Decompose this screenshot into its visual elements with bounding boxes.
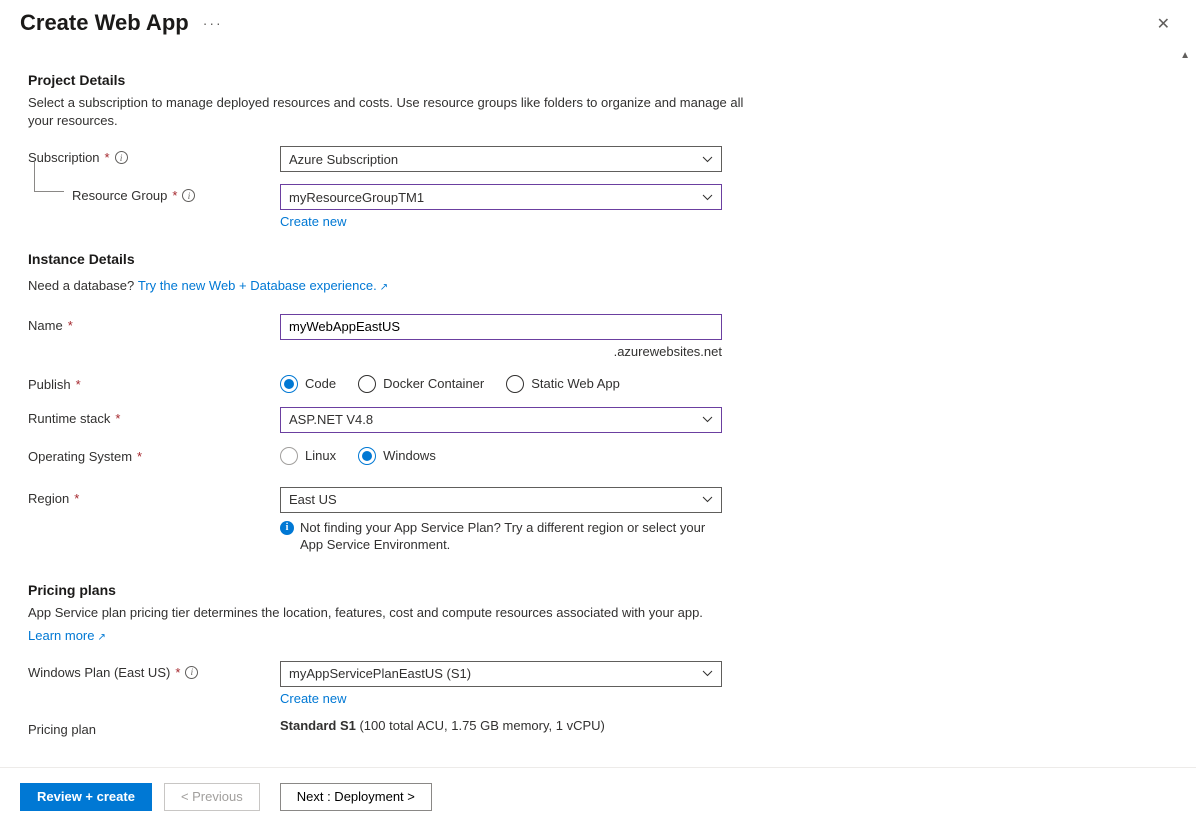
- subscription-label: Subscription * i: [28, 146, 280, 165]
- name-suffix: .azurewebsites.net: [280, 344, 722, 359]
- runtime-dropdown[interactable]: ASP.NET V4.8: [280, 407, 722, 433]
- project-details-desc: Select a subscription to manage deployed…: [28, 94, 748, 130]
- region-dropdown[interactable]: East US: [280, 487, 722, 513]
- os-linux-option[interactable]: Linux: [280, 447, 336, 465]
- required-asterisk: *: [68, 318, 73, 333]
- learn-more-link[interactable]: Learn more↗: [28, 628, 106, 643]
- os-label: Operating System *: [28, 445, 280, 464]
- publish-label: Publish *: [28, 373, 280, 392]
- tree-connector: [34, 162, 64, 192]
- radio-icon: [358, 375, 376, 393]
- publish-docker-option[interactable]: Docker Container: [358, 375, 484, 393]
- plan-label: Windows Plan (East US) * i: [28, 661, 280, 680]
- content-scroll[interactable]: Project Details Select a subscription to…: [0, 50, 1196, 765]
- name-field[interactable]: [289, 319, 713, 334]
- resource-group-label: Resource Group * i: [28, 184, 280, 203]
- review-create-button[interactable]: Review + create: [20, 783, 152, 811]
- os-windows-option[interactable]: Windows: [358, 447, 436, 465]
- required-asterisk: *: [175, 665, 180, 680]
- resource-group-dropdown[interactable]: myResourceGroupTM1: [280, 184, 722, 210]
- required-asterisk: *: [115, 411, 120, 426]
- subscription-dropdown[interactable]: Azure Subscription: [280, 146, 722, 172]
- required-asterisk: *: [137, 449, 142, 464]
- info-icon[interactable]: i: [182, 189, 195, 202]
- os-row: Operating System * Linux Windows: [28, 445, 1168, 465]
- project-details-heading: Project Details: [28, 72, 1168, 88]
- publish-row: Publish * Code Docker Container Static W…: [28, 373, 1168, 393]
- runtime-label: Runtime stack *: [28, 407, 280, 426]
- next-button[interactable]: Next : Deployment >: [280, 783, 432, 811]
- radio-icon: [280, 447, 298, 465]
- os-radio-group: Linux Windows: [280, 445, 436, 465]
- publish-radio-group: Code Docker Container Static Web App: [280, 373, 620, 393]
- pricing-tier-row: Pricing plan Standard S1 (100 total ACU,…: [28, 718, 1168, 737]
- chevron-down-icon: [702, 496, 713, 503]
- more-icon[interactable]: ···: [203, 15, 223, 31]
- pricing-tier-value: Standard S1 (100 total ACU, 1.75 GB memo…: [280, 718, 605, 733]
- chevron-down-icon: [702, 416, 713, 423]
- info-icon: i: [280, 521, 294, 535]
- web-database-link[interactable]: Try the new Web + Database experience.↗: [138, 277, 388, 295]
- radio-icon: [506, 375, 524, 393]
- radio-icon: [280, 375, 298, 393]
- publish-static-option[interactable]: Static Web App: [506, 375, 620, 393]
- name-input[interactable]: [280, 314, 722, 340]
- publish-code-option[interactable]: Code: [280, 375, 336, 393]
- info-icon[interactable]: i: [115, 151, 128, 164]
- required-asterisk: *: [105, 150, 110, 165]
- chevron-down-icon: [702, 194, 713, 201]
- required-asterisk: *: [76, 377, 81, 392]
- external-link-icon: ↗: [97, 632, 105, 643]
- external-link-icon: ↗: [380, 282, 388, 293]
- pricing-heading: Pricing plans: [28, 582, 1168, 598]
- create-new-rg-link[interactable]: Create new: [280, 214, 346, 229]
- name-row: Name * .azurewebsites.net: [28, 314, 1168, 359]
- chevron-down-icon: [702, 670, 713, 677]
- close-icon[interactable]: ✕: [1157, 14, 1170, 34]
- instance-details-heading: Instance Details: [28, 251, 1168, 267]
- runtime-row: Runtime stack * ASP.NET V4.8: [28, 407, 1168, 433]
- region-label: Region *: [28, 487, 280, 506]
- pricing-tier-label: Pricing plan: [28, 718, 280, 737]
- footer-actions: Review + create < Previous Next : Deploy…: [0, 767, 1196, 825]
- page-header: Create Web App ··· ✕: [0, 0, 1196, 36]
- plan-dropdown[interactable]: myAppServicePlanEastUS (S1): [280, 661, 722, 687]
- database-prompt: Need a database? Try the new Web + Datab…: [28, 273, 748, 295]
- required-asterisk: *: [74, 491, 79, 506]
- radio-icon: [358, 447, 376, 465]
- subscription-row: Subscription * i Azure Subscription: [28, 146, 1168, 172]
- name-label: Name *: [28, 314, 280, 333]
- create-new-plan-link[interactable]: Create new: [280, 691, 346, 706]
- plan-row: Windows Plan (East US) * i myAppServiceP…: [28, 661, 1168, 706]
- region-row: Region * East US i Not finding your App …: [28, 487, 1168, 554]
- previous-button: < Previous: [164, 783, 260, 811]
- info-icon[interactable]: i: [185, 666, 198, 679]
- resource-group-row: Resource Group * i myResourceGroupTM1 Cr…: [28, 184, 1168, 229]
- chevron-down-icon: [702, 156, 713, 163]
- required-asterisk: *: [172, 188, 177, 203]
- region-hint: i Not finding your App Service Plan? Try…: [280, 519, 722, 554]
- page-title: Create Web App: [20, 10, 189, 36]
- pricing-desc: App Service plan pricing tier determines…: [28, 604, 748, 622]
